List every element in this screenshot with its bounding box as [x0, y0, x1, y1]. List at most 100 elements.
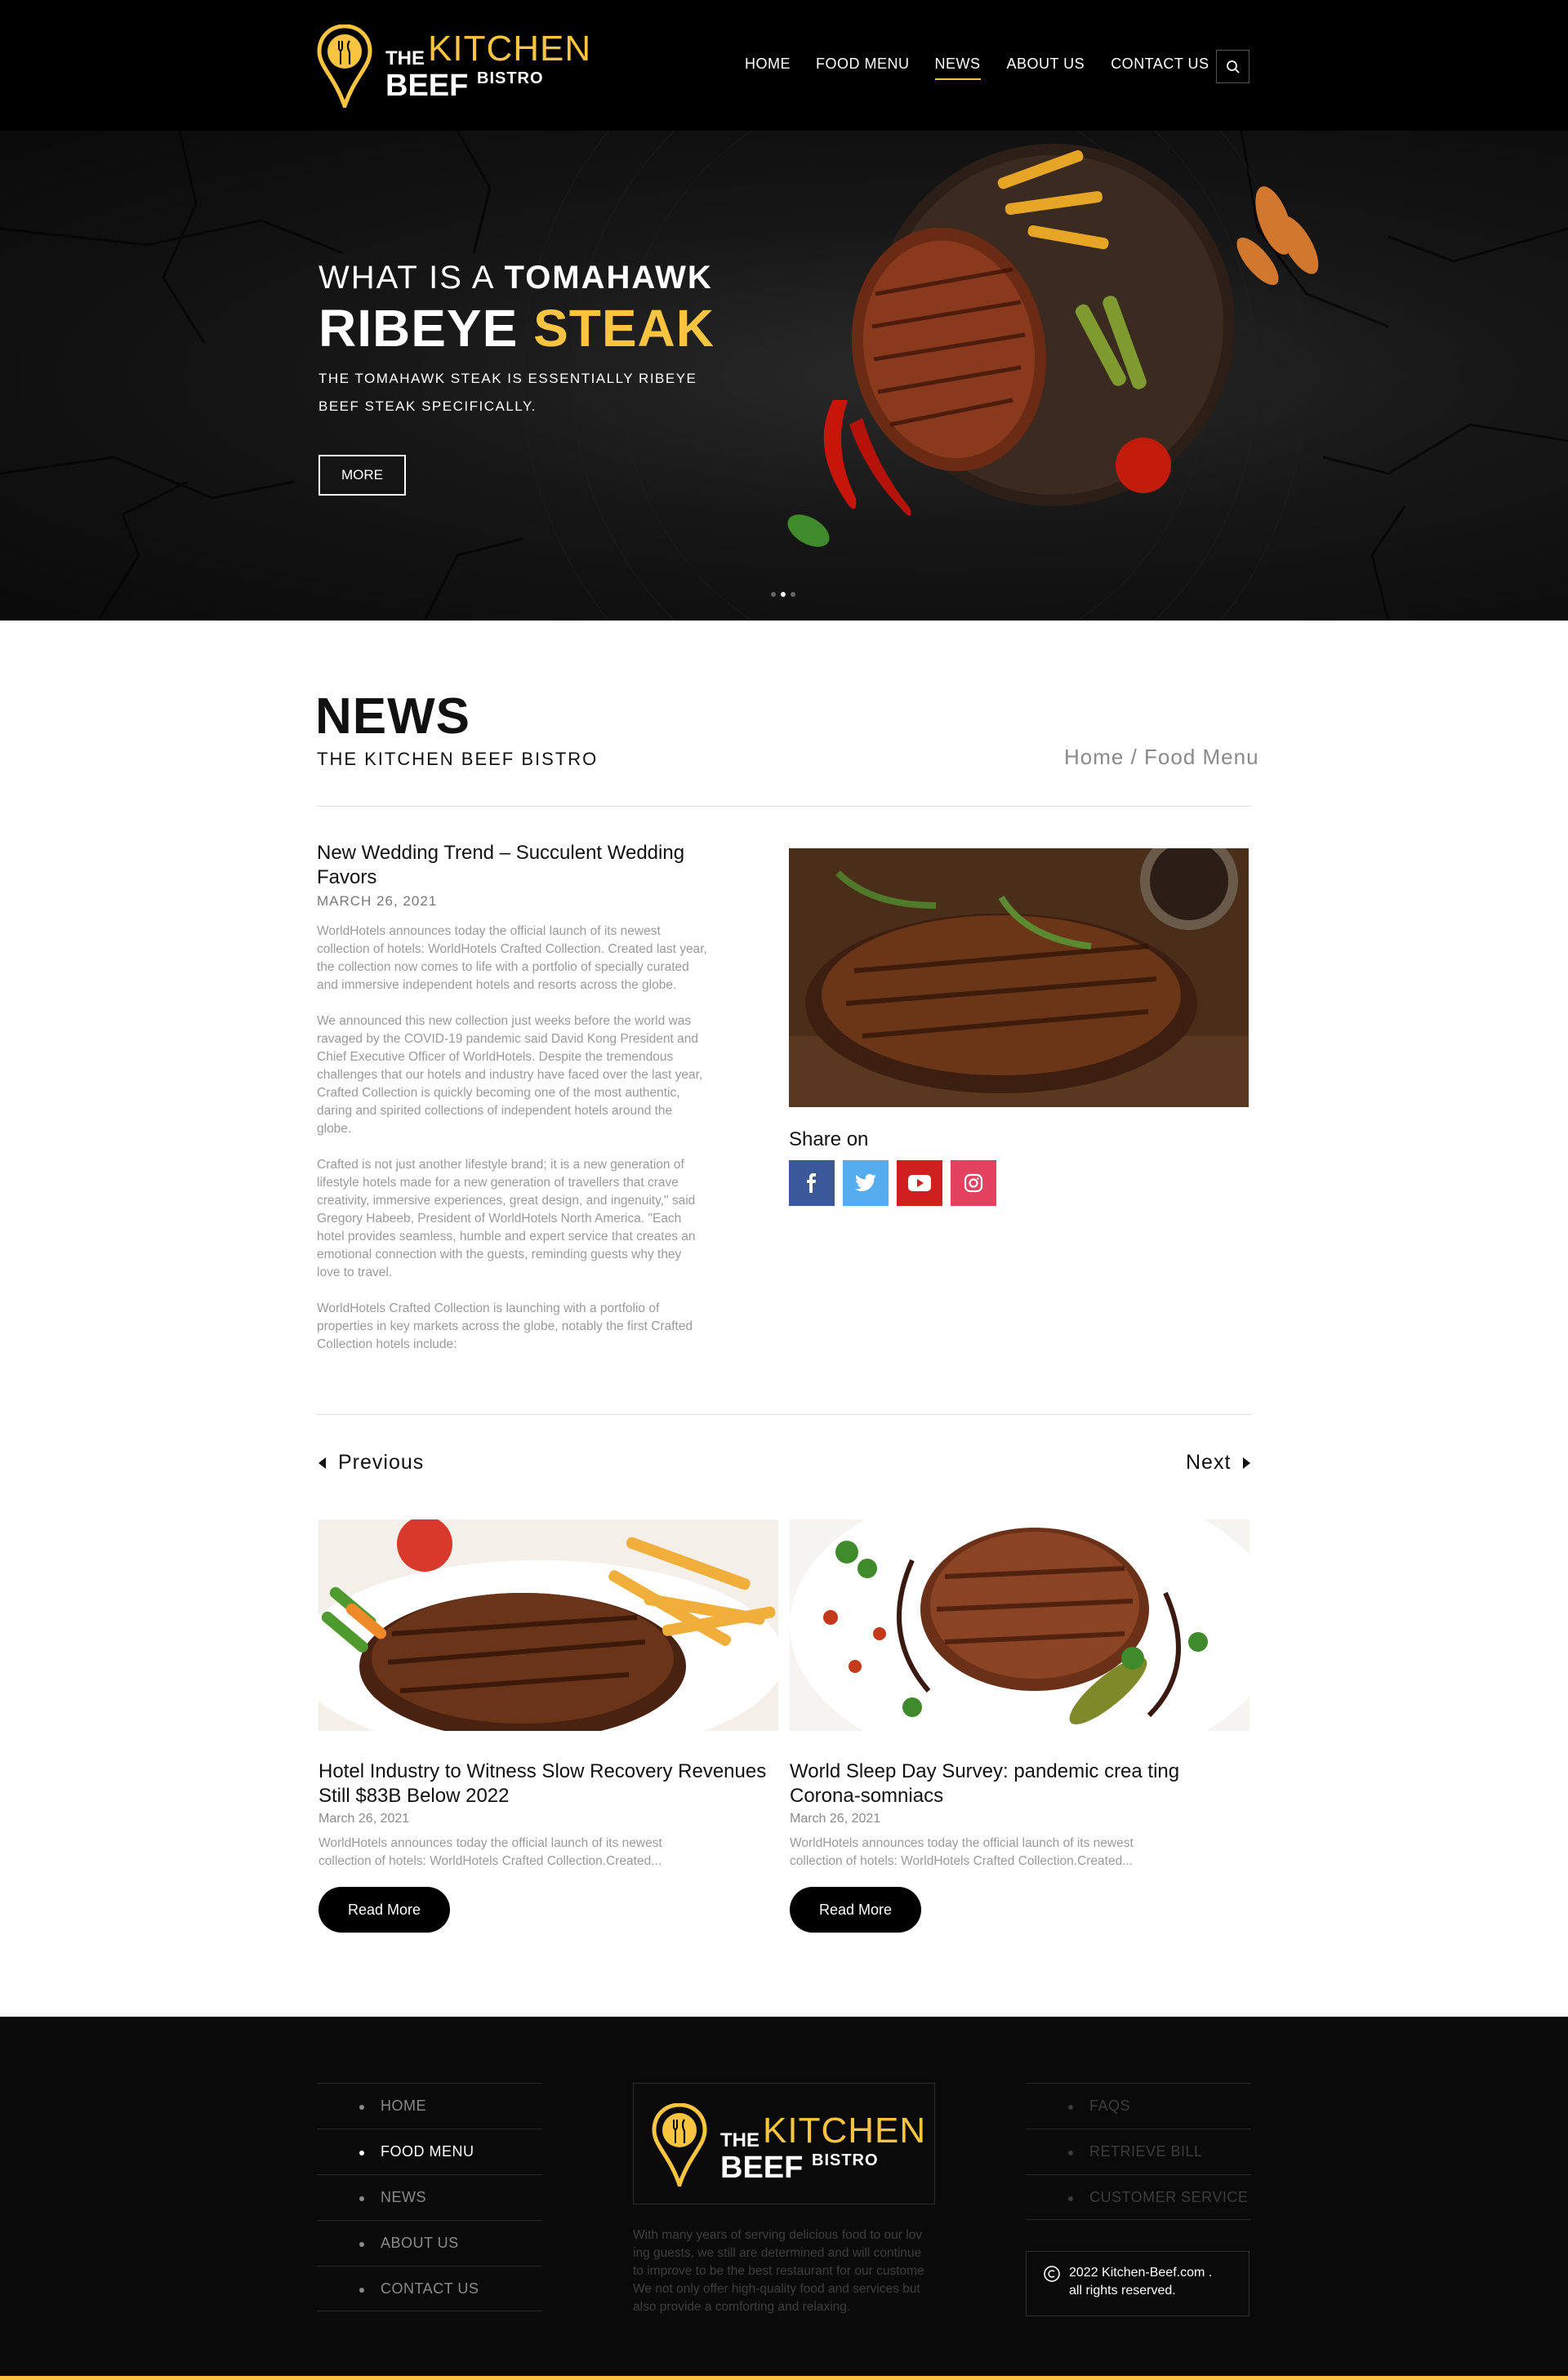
twitter-icon — [855, 1174, 876, 1192]
logo-beef: BEEF — [385, 69, 469, 103]
nav-food-menu[interactable]: FOOD MENU — [816, 56, 910, 80]
footer-link-about-us[interactable]: ABOUT US — [317, 2220, 542, 2266]
breadcrumb[interactable]: Home / Food Menu — [1064, 745, 1259, 770]
logo-kitchen: KITCHEN — [763, 2111, 927, 2151]
steak-plate-image — [787, 144, 1319, 547]
news-card-title[interactable]: World Sleep Day Survey: pandemic crea ti… — [790, 1759, 1250, 1808]
search-button[interactable] — [1216, 50, 1250, 83]
page-title: NEWS — [315, 688, 470, 745]
news-card: World Sleep Day Survey: pandemic crea ti… — [790, 1519, 1250, 1933]
logo-bistro: BISTRO — [477, 69, 544, 87]
footer-link-label: RETRIEVE BILL — [1089, 2143, 1203, 2160]
footer-link-label: CONTACT US — [381, 2280, 479, 2297]
hero-text: WHAT IS A TOMAHAWK RIBEYE STEAK THE TOMA… — [318, 260, 743, 420]
footer-logo[interactable]: THE KITCHEN BEEF BISTRO — [633, 2083, 935, 2204]
instagram-share-button[interactable] — [951, 1160, 996, 1206]
slider-dots — [771, 592, 795, 597]
logo-beef: BEEF — [720, 2151, 804, 2185]
nav-contact-us[interactable]: CONTACT US — [1111, 56, 1209, 80]
copyright-icon — [1044, 2266, 1060, 2282]
footer-nav-left: HOME FOOD MENU NEWS ABOUT US CONTACT US — [317, 2083, 542, 2311]
youtube-share-button[interactable] — [897, 1160, 942, 1206]
facebook-share-button[interactable] — [789, 1160, 835, 1206]
footer-description: With many years of serving delicious foo… — [633, 2228, 924, 2314]
article-paragraph: We announced this new collection just we… — [317, 1014, 703, 1136]
next-label: Next — [1186, 1451, 1232, 1474]
hero-heading-line1: WHAT IS A TOMAHAWK — [318, 260, 743, 296]
logo-kitchen: KITCHEN — [428, 29, 592, 69]
article-paragraph: WorldHotels announces today the official… — [317, 924, 707, 992]
news-card-excerpt: WorldHotels announces today the official… — [318, 1836, 662, 1868]
share-buttons — [789, 1160, 996, 1206]
hero-line2-white: RIBEYE — [318, 299, 519, 358]
logo-the: THE — [385, 47, 425, 69]
copyright-line1: 2022 Kitchen-Beef.com . — [1069, 2266, 1213, 2280]
next-link[interactable]: Next — [1186, 1451, 1251, 1475]
footer-nav-right: FAQS RETRIEVE BILL CUSTOMER SERVICE — [1026, 2083, 1251, 2220]
twitter-share-button[interactable] — [843, 1160, 889, 1206]
article-feature-image — [789, 848, 1249, 1107]
logo-bistro: BISTRO — [812, 2151, 879, 2169]
copyright-box: 2022 Kitchen-Beef.com . all rights reser… — [1026, 2251, 1250, 2316]
footer-link-label: ABOUT US — [381, 2235, 459, 2251]
hero-line2-gold: STEAK — [533, 299, 715, 358]
footer-link-customer-service[interactable]: CUSTOMER SERVICE — [1026, 2174, 1251, 2220]
article-body: New Wedding Trend – Succulent Wedding Fa… — [317, 841, 707, 1354]
news-card-date: March 26, 2021 — [318, 1812, 410, 1826]
previous-link[interactable]: Previous — [318, 1451, 424, 1475]
news-card: Hotel Industry to Witness Slow Recovery … — [318, 1519, 778, 1933]
footer-link-contact-us[interactable]: CONTACT US — [317, 2266, 542, 2311]
news-card-image[interactable] — [318, 1519, 778, 1731]
nav-home[interactable]: HOME — [745, 56, 791, 80]
footer-link-food-menu[interactable]: FOOD MENU — [317, 2129, 542, 2174]
news-card-excerpt: WorldHotels announces today the official… — [790, 1836, 1134, 1868]
hero-banner: WHAT IS A TOMAHAWK RIBEYE STEAK THE TOMA… — [0, 131, 1568, 621]
footer-link-label: FAQS — [1089, 2098, 1131, 2114]
footer-link-label: FOOD MENU — [381, 2143, 474, 2160]
footer-link-retrieve-bill[interactable]: RETRIEVE BILL — [1026, 2129, 1251, 2174]
slider-dot-1[interactable] — [771, 592, 776, 597]
site-logo[interactable]: THE KITCHEN BEEF BISTRO — [317, 24, 595, 108]
footer-accent-line — [0, 2376, 1568, 2380]
previous-label: Previous — [338, 1451, 425, 1474]
article-title: New Wedding Trend – Succulent Wedding Fa… — [317, 842, 685, 888]
divider — [317, 1414, 1251, 1415]
search-icon — [1226, 60, 1240, 73]
logo-the: THE — [720, 2129, 760, 2151]
hero-description: THE TOMAHAWK STEAK IS ESSENTIALLY RIBEYE… — [318, 371, 697, 414]
tbone-steak-image — [789, 848, 1249, 1107]
article-date: MARCH 26, 2021 — [317, 893, 438, 909]
plated-steak-image — [790, 1519, 1250, 1731]
slider-dot-2[interactable] — [781, 592, 786, 597]
footer-link-news[interactable]: NEWS — [317, 2174, 542, 2220]
read-more-button[interactable]: Read More — [318, 1887, 450, 1933]
instagram-icon — [964, 1173, 983, 1193]
hero-line1-bold: TOMAHAWK — [504, 260, 713, 296]
hero-heading-line2: RIBEYE STEAK — [318, 298, 743, 358]
copyright-text: 2022 Kitchen-Beef.com . all rights reser… — [1069, 2264, 1212, 2315]
caret-right-icon — [1243, 1457, 1251, 1469]
news-card-title[interactable]: Hotel Industry to Witness Slow Recovery … — [318, 1759, 778, 1808]
footer-link-label: HOME — [381, 2098, 426, 2114]
facebook-icon — [807, 1173, 816, 1193]
hero-line1-prefix: WHAT IS A — [318, 260, 494, 296]
read-more-button[interactable]: Read More — [790, 1887, 921, 1933]
footer-link-label: NEWS — [381, 2189, 426, 2205]
copyright-line2: all rights reserved. — [1069, 2284, 1176, 2298]
hero-more-button[interactable]: MORE — [318, 455, 406, 496]
nav-about-us[interactable]: ABOUT US — [1007, 56, 1085, 80]
article-paragraph: Crafted is not just another lifestyle br… — [317, 1158, 696, 1279]
share-label: Share on — [789, 1128, 869, 1150]
footer-link-faqs[interactable]: FAQS — [1026, 2083, 1251, 2129]
slider-dot-3[interactable] — [791, 592, 795, 597]
footer-link-home[interactable]: HOME — [317, 2083, 542, 2129]
fork-knife-pin-icon — [652, 2103, 707, 2186]
steak-fries-image — [318, 1519, 778, 1731]
news-card-date: March 26, 2021 — [790, 1812, 881, 1826]
news-card-image[interactable] — [790, 1519, 1250, 1731]
page-subtitle: THE KITCHEN BEEF BISTRO — [317, 749, 599, 769]
article-paragraph: WorldHotels Crafted Collection is launch… — [317, 1301, 693, 1351]
nav-news[interactable]: NEWS — [934, 56, 981, 80]
footer-link-label: CUSTOMER SERVICE — [1089, 2188, 1249, 2205]
fork-knife-pin-icon — [317, 24, 372, 108]
